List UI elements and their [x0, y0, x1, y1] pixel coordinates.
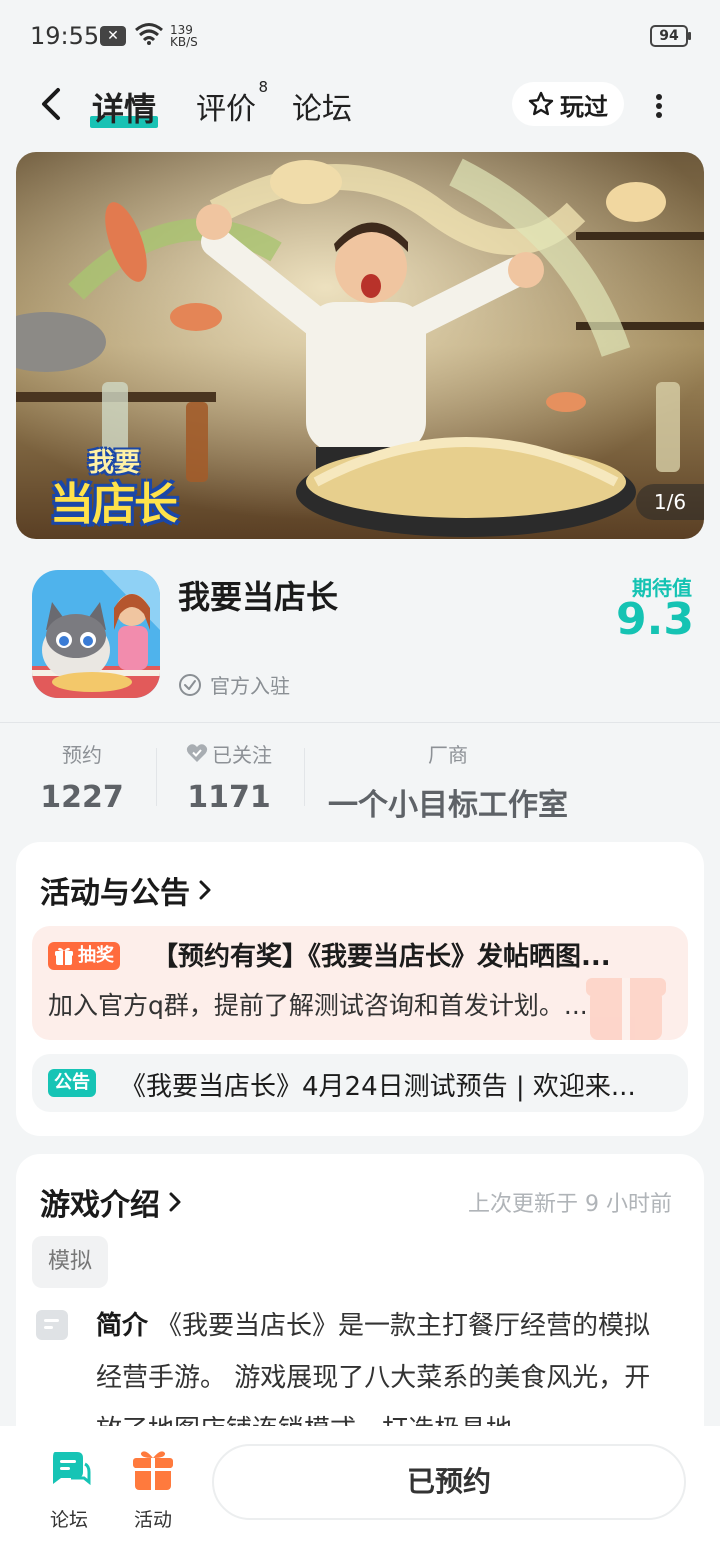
lottery-description: 加入官方q群，提前了解测试咨询和首发计划。...	[48, 991, 588, 1020]
stat-label: 已关注	[212, 742, 272, 767]
tab-forum-label: 论坛	[292, 92, 352, 127]
lottery-title: 【预约有奖】《我要当店长》发帖晒图...	[152, 942, 611, 972]
lottery-activity-item[interactable]: 抽奖 【预约有奖】《我要当店长》发帖晒图... 加入官方q群，提前了解测试咨询和…	[32, 926, 688, 1040]
review-count-badge: 8	[258, 78, 268, 96]
lottery-tag: 抽奖	[48, 942, 120, 970]
more-options-button[interactable]	[646, 90, 672, 122]
lottery-tag-label: 抽奖	[78, 945, 114, 966]
game-logo: 我要 当店长	[50, 442, 210, 530]
gift-icon	[133, 1451, 173, 1490]
played-button[interactable]: 玩过	[512, 82, 624, 126]
stat-value: 1227	[40, 780, 124, 815]
stat-label: 预约	[62, 742, 102, 767]
activities-header[interactable]: 活动与公告	[40, 868, 214, 912]
app-icon[interactable]	[32, 570, 160, 698]
activity-label: 活动	[133, 1509, 172, 1531]
gift-icon	[55, 947, 73, 965]
tab-detail[interactable]: 详情	[90, 84, 159, 130]
genre-tag[interactable]: 模拟	[32, 1236, 109, 1288]
summary-text: 《我要当店长》是一款主打餐厅经营的模拟经营手游。 游戏展现了八大菜系的美食风光，…	[96, 1311, 651, 1445]
network-speed: 139 KB/S	[170, 23, 198, 49]
intro-header[interactable]: 游戏介绍	[40, 1180, 184, 1224]
game-title: 我要当店长	[178, 578, 339, 616]
reserved-button[interactable]: 已预约	[212, 1444, 686, 1520]
chevron-right-icon	[169, 1192, 181, 1212]
logo-line-2: 当店长	[50, 479, 178, 530]
summary-label: 简介	[96, 1311, 149, 1341]
stat-separator	[304, 748, 305, 806]
wifi-icon	[135, 23, 163, 45]
official-label: 官方入驻	[210, 674, 290, 698]
stat-developer[interactable]: 厂商 一个小目标工作室	[318, 740, 578, 824]
activities-title: 活动与公告	[40, 876, 190, 911]
divider	[0, 722, 720, 723]
tab-review[interactable]: 评价 8	[196, 78, 268, 128]
bottom-action-bar: 论坛 活动 已预约	[0, 1426, 720, 1560]
status-time: 19:55	[30, 22, 100, 50]
last-updated: 上次更新于 9 小时前	[468, 1192, 672, 1217]
banner-page-counter: 1/6	[636, 484, 704, 520]
activity-button[interactable]: 活动	[118, 1448, 188, 1532]
game-intro-card: 游戏介绍 上次更新于 9 小时前 模拟 简介 《我要当店长》是一款主打餐厅经营的模…	[16, 1154, 704, 1454]
forum-label: 论坛	[49, 1509, 88, 1531]
stat-value: 1171	[187, 780, 271, 815]
activities-card: 活动与公告 抽奖 【预约有奖】《我要当店长》发帖晒图... 加入官方q群，提前了…	[16, 842, 704, 1136]
tab-review-label: 评价	[196, 92, 256, 127]
stat-separator	[156, 748, 157, 806]
forum-button[interactable]: 论坛	[34, 1448, 104, 1532]
notice-text: 《我要当店长》4月24日测试预告 | 欢迎来...	[120, 1072, 636, 1102]
stat-label: 厂商	[428, 742, 468, 767]
heart-check-icon	[186, 744, 208, 762]
top-nav: 详情 评价 8 论坛 玩过	[0, 72, 720, 138]
intro-title: 游戏介绍	[40, 1188, 160, 1223]
star-icon	[528, 91, 554, 116]
notice-item[interactable]: 公告 《我要当店长》4月24日测试预告 | 欢迎来...	[32, 1054, 688, 1112]
expectation-score: 9.3	[616, 594, 694, 645]
notice-tag: 公告	[48, 1069, 96, 1097]
media-banner[interactable]: 我要 当店长 1/6	[16, 152, 704, 539]
official-badge: 官方入驻	[178, 670, 290, 699]
stat-followers[interactable]: 已关注 1171	[184, 740, 274, 815]
check-circle-icon	[179, 673, 201, 696]
stat-value: 一个小目标工作室	[328, 788, 568, 823]
tab-forum[interactable]: 论坛	[292, 84, 352, 128]
notification-icon: ✕	[100, 26, 126, 46]
tab-detail-label: 详情	[92, 90, 157, 128]
played-label: 玩过	[560, 92, 608, 121]
more-dot-icon	[656, 94, 662, 100]
chat-bubble-icon	[53, 1452, 91, 1486]
document-icon	[36, 1310, 68, 1340]
chevron-right-icon	[199, 880, 211, 900]
status-bar: 19:55 ✕ 139 KB/S 94	[0, 0, 720, 72]
stat-reservations: 预约 1227	[40, 740, 124, 816]
back-button[interactable]	[32, 84, 72, 124]
battery-icon: 94	[650, 25, 691, 47]
